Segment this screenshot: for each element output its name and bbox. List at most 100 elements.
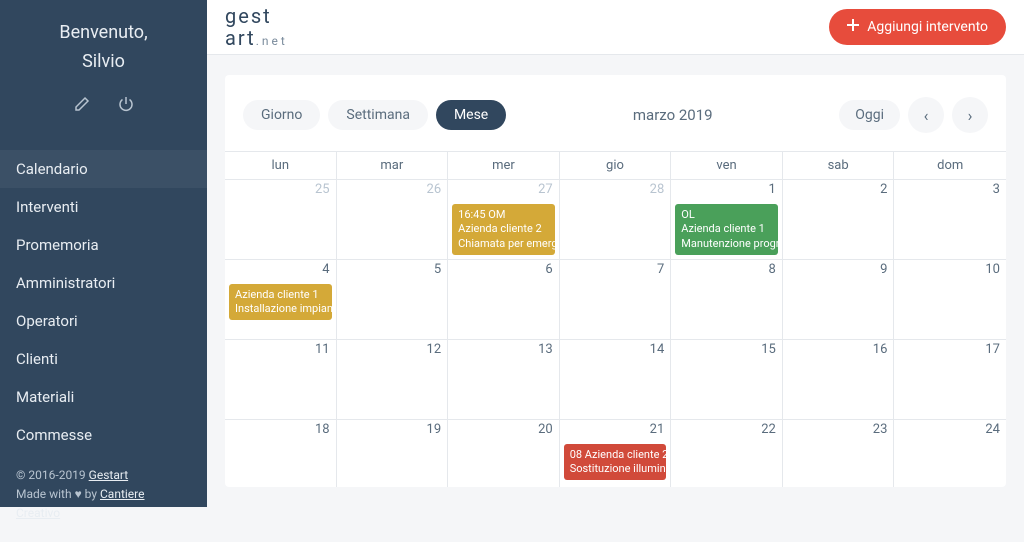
calendar-day[interactable]: 2	[783, 180, 895, 259]
day-number: 26	[427, 182, 442, 197]
calendar-day[interactable]: 11	[225, 340, 337, 419]
calendar-body: 25262716:45 OMAzienda cliente 2Chiamata …	[225, 180, 1006, 487]
sidebar-icon-row	[0, 84, 207, 134]
event-line2: Azienda cliente 2	[458, 222, 549, 236]
day-number: 17	[985, 342, 1000, 357]
calendar-day[interactable]: 10	[894, 260, 1006, 339]
heart-icon: ♥	[75, 487, 82, 501]
edit-icon[interactable]	[74, 96, 90, 116]
day-number: 15	[761, 342, 776, 357]
calendar-day[interactable]: 22	[671, 420, 783, 487]
day-number: 28	[650, 182, 665, 197]
chevron-left-icon: ‹	[924, 106, 929, 125]
topbar: gest art.net Aggiungi intervento	[207, 0, 1024, 55]
calendar-day[interactable]: 23	[783, 420, 895, 487]
sidebar-item-materiali[interactable]: Materiali	[0, 378, 207, 416]
sidebar-item-commesse[interactable]: Commesse	[0, 416, 207, 454]
user-name: Silvio	[0, 51, 207, 72]
chevron-right-icon: ›	[968, 106, 973, 125]
logo[interactable]: gest art.net	[225, 5, 288, 49]
copyright-text: © 2016-2019	[16, 468, 89, 482]
today-button[interactable]: Oggi	[839, 100, 900, 130]
calendar-day[interactable]: 4Azienda cliente 1Installazione impian	[225, 260, 337, 339]
power-icon[interactable]	[118, 96, 134, 116]
calendar-day[interactable]: 8	[671, 260, 783, 339]
calendar-day[interactable]: 6	[448, 260, 560, 339]
content: Giorno Settimana Mese marzo 2019 Oggi ‹ …	[207, 55, 1024, 507]
logo-line2: art	[225, 26, 256, 50]
day-number: 25	[315, 182, 330, 197]
dow-dom: dom	[894, 152, 1006, 179]
day-number: 16	[873, 342, 888, 357]
calendar-event[interactable]: 08 Azienda cliente 2Sostituzione illumin	[564, 444, 667, 481]
day-number: 11	[315, 342, 330, 357]
next-button[interactable]: ›	[952, 97, 988, 133]
calendar-day[interactable]: 12	[337, 340, 449, 419]
sidebar-item-operatori[interactable]: Operatori	[0, 302, 207, 340]
day-number: 6	[545, 262, 552, 277]
calendar-day[interactable]: 24	[894, 420, 1006, 487]
dow-mar: mar	[337, 152, 449, 179]
calendar-event[interactable]: 16:45 OMAzienda cliente 2Chiamata per em…	[452, 204, 555, 255]
calendar-day[interactable]: 13	[448, 340, 560, 419]
day-number: 1	[769, 182, 776, 197]
day-number: 18	[315, 422, 330, 437]
dow-sab: sab	[783, 152, 895, 179]
dow-gio: gio	[560, 152, 672, 179]
day-number: 8	[769, 262, 776, 277]
sidebar: Benvenuto, Silvio Calendario Interventi …	[0, 0, 207, 507]
event-line3: Manutenzione progr	[681, 237, 772, 251]
welcome-label: Benvenuto,	[0, 22, 207, 43]
calendar-day[interactable]: 16	[783, 340, 895, 419]
sidebar-item-promemoria[interactable]: Promemoria	[0, 226, 207, 264]
calendar-day[interactable]: 2108 Azienda cliente 2Sostituzione illum…	[560, 420, 672, 487]
tab-day[interactable]: Giorno	[243, 100, 320, 130]
sidebar-item-interventi[interactable]: Interventi	[0, 188, 207, 226]
add-intervention-button[interactable]: Aggiungi intervento	[829, 9, 1006, 45]
by-text: by	[82, 487, 100, 501]
calendar-day[interactable]: 17	[894, 340, 1006, 419]
welcome-block: Benvenuto, Silvio	[0, 0, 207, 84]
calendar-day[interactable]: 1 OLAzienda cliente 1Manutenzione progr	[671, 180, 783, 259]
dow-lun: lun	[225, 152, 337, 179]
calendar-day[interactable]: 18	[225, 420, 337, 487]
calendar-day[interactable]: 28	[560, 180, 672, 259]
calendar-day[interactable]: 9	[783, 260, 895, 339]
calendar-day[interactable]: 20	[448, 420, 560, 487]
day-number: 23	[873, 422, 888, 437]
event-line2: Azienda cliente 1	[681, 222, 772, 236]
calendar-card: Giorno Settimana Mese marzo 2019 Oggi ‹ …	[225, 75, 1006, 487]
day-number: 10	[985, 262, 1000, 277]
tab-week[interactable]: Settimana	[328, 100, 428, 130]
brand-link[interactable]: Gestart	[89, 468, 128, 482]
made-with-text: Made with	[16, 487, 75, 501]
calendar-day[interactable]: 14	[560, 340, 672, 419]
calendar-event[interactable]: OLAzienda cliente 1Manutenzione progr	[675, 204, 778, 255]
dow-mer: mer	[448, 152, 560, 179]
calendar-day[interactable]: 3	[894, 180, 1006, 259]
day-number: 19	[427, 422, 442, 437]
tab-month[interactable]: Mese	[436, 100, 506, 130]
calendar-week: 18 19 20 2108 Azienda cliente 2Sostituzione…	[225, 420, 1006, 487]
day-number: 7	[657, 262, 664, 277]
event-line1: 16:45 OM	[458, 208, 505, 221]
plus-icon	[847, 19, 859, 35]
sidebar-item-clienti[interactable]: Clienti	[0, 340, 207, 378]
calendar-event[interactable]: Azienda cliente 1Installazione impian	[229, 284, 332, 321]
day-number: 14	[650, 342, 665, 357]
calendar-day[interactable]: 15	[671, 340, 783, 419]
day-number: 20	[538, 422, 553, 437]
calendar-week: 25 26 2716:45 OMAzienda cliente 2Chiamata …	[225, 180, 1006, 260]
calendar-day[interactable]: 25	[225, 180, 337, 259]
calendar-day[interactable]: 2716:45 OMAzienda cliente 2Chiamata per …	[448, 180, 560, 259]
event-line1: OL	[681, 208, 695, 221]
calendar-day[interactable]: 19	[337, 420, 449, 487]
calendar-day[interactable]: 5	[337, 260, 449, 339]
sidebar-footer: © 2016-2019 Gestart Made with ♥ by Canti…	[0, 454, 207, 542]
sidebar-item-amministratori[interactable]: Amministratori	[0, 264, 207, 302]
day-number: 22	[761, 422, 776, 437]
sidebar-item-calendario[interactable]: Calendario	[0, 150, 207, 188]
calendar-day[interactable]: 26	[337, 180, 449, 259]
calendar-day[interactable]: 7	[560, 260, 672, 339]
prev-button[interactable]: ‹	[908, 97, 944, 133]
